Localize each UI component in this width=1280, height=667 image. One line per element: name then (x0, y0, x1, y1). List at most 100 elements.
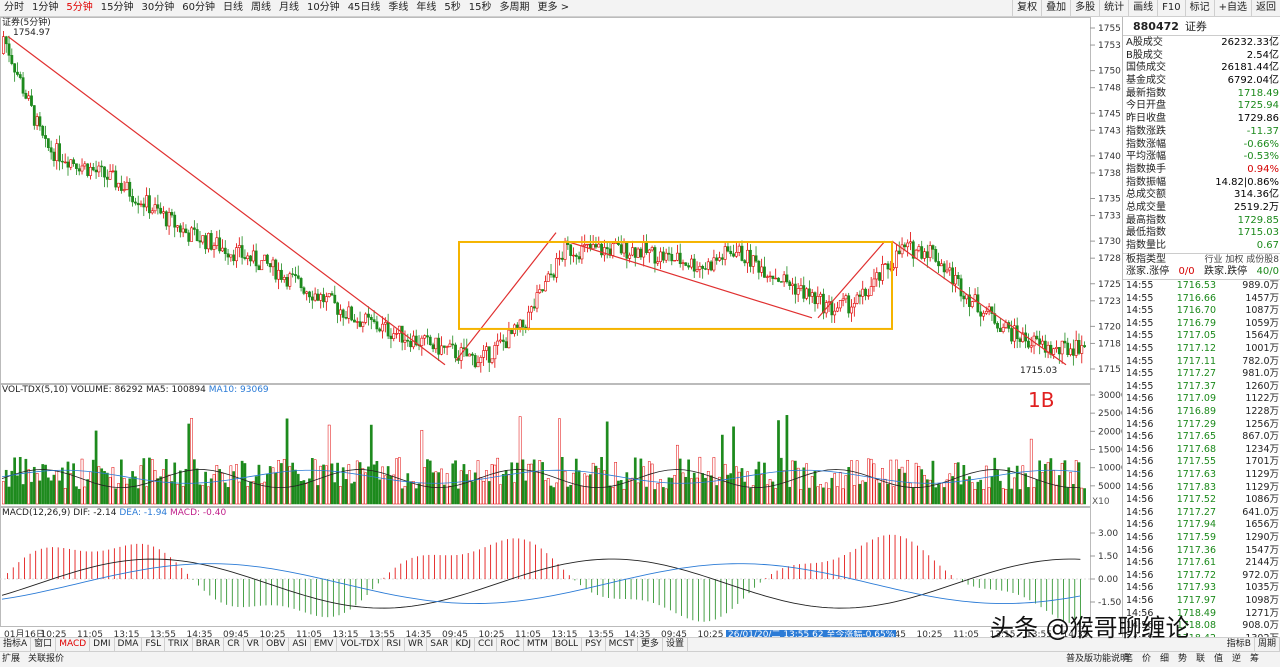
volume-bar (479, 477, 483, 505)
period-tab[interactable]: 分时 (0, 0, 28, 16)
toolbar-button[interactable]: 返回 (1251, 0, 1280, 16)
volume-bar (86, 479, 90, 505)
toolbar-button[interactable]: 叠加 (1041, 0, 1070, 16)
status-button[interactable]: 筹 (1250, 652, 1259, 667)
period-tab[interactable]: 10分钟 (303, 0, 344, 16)
period-tab[interactable]: 多周期 (496, 0, 534, 16)
tick-time: 14:56 (1126, 557, 1154, 569)
indicator-tab[interactable]: DMI (90, 638, 115, 651)
status-item[interactable]: 扩展 (2, 652, 20, 667)
toolbar-button[interactable]: F10 (1157, 0, 1184, 16)
period-tab[interactable]: 季线 (384, 0, 412, 16)
kline-candle (282, 277, 286, 280)
tick-row: 14:55 1716.70 1087万 (1123, 305, 1280, 318)
indicator-tab[interactable]: RSI (383, 638, 406, 651)
status-button[interactable]: 普及版功能说明 (1066, 652, 1129, 667)
status-button[interactable]: 逆 (1232, 652, 1241, 667)
indicator-tab[interactable]: BRAR (193, 638, 225, 651)
indicator-tab[interactable]: MACD (56, 638, 91, 651)
indicator-tab[interactable]: PSY (582, 638, 606, 651)
volume-bar (142, 458, 146, 505)
indicator-tab[interactable]: EMV (311, 638, 338, 651)
status-button[interactable]: 笔 (1124, 652, 1133, 667)
period-tab[interactable]: 60分钟 (178, 0, 219, 16)
indicator-tab-right[interactable]: 周期 (1255, 638, 1280, 651)
volume-bar (653, 489, 657, 505)
indicator-tab[interactable]: BOLL (552, 638, 583, 651)
indicator-tab[interactable]: CCI (475, 638, 498, 651)
indicator-tab[interactable]: VR (244, 638, 264, 651)
kline-candle (313, 293, 317, 301)
period-tab[interactable]: 5分钟 (62, 0, 96, 16)
kline-candle (254, 250, 258, 267)
toolbar-button[interactable]: 画线 (1128, 0, 1157, 16)
volume-bar (409, 481, 412, 505)
sector-types[interactable]: 行业 加权 成份股8 (1205, 254, 1279, 267)
kline-candle (1077, 340, 1081, 354)
indicator-tab[interactable]: CR (224, 638, 244, 651)
volume-bar (153, 470, 157, 505)
period-tab[interactable]: 日线 (219, 0, 247, 16)
indicator-tab[interactable]: WR (405, 638, 428, 651)
stat-label: 指数振幅 (1126, 176, 1166, 188)
indicator-tab[interactable]: MTM (524, 638, 552, 651)
indicator-tab[interactable]: 窗口 (31, 638, 57, 651)
indicator-tab[interactable]: TRIX (165, 638, 193, 651)
toolbar-button[interactable]: +自选 (1213, 0, 1251, 16)
volume-bar (779, 457, 783, 505)
indicator-tab[interactable]: OBV (263, 638, 290, 651)
indicator-tab[interactable]: DMA (115, 638, 143, 651)
stat-label: A股成交 (1126, 37, 1163, 48)
tick-volume: 1087万 (1245, 305, 1279, 317)
volume-bar (30, 481, 33, 505)
toolbar-button[interactable]: 多股 (1070, 0, 1099, 16)
toolbar-button[interactable]: 标记 (1184, 0, 1214, 16)
indicator-tab[interactable]: FSL (142, 638, 166, 651)
status-item[interactable]: 关联报价 (28, 652, 64, 667)
kline-candle (524, 326, 528, 329)
status-button[interactable]: 势 (1178, 652, 1187, 667)
indicator-tab[interactable]: MCST (606, 638, 638, 651)
period-tab[interactable]: 15分钟 (97, 0, 138, 16)
indicator-tab[interactable]: VOL-TDX (337, 638, 384, 651)
tick-volume: 1129万 (1245, 468, 1279, 480)
kline-candle (277, 269, 281, 280)
period-tab[interactable]: 30分钟 (137, 0, 178, 16)
kline-candle (878, 272, 881, 281)
tick-time: 14:56 (1126, 443, 1154, 455)
indicator-tab[interactable]: SAR (427, 638, 453, 651)
volume-bar (263, 481, 266, 505)
status-button[interactable]: 联 (1196, 652, 1205, 667)
period-tab[interactable]: 月线 (275, 0, 303, 16)
indicator-tab[interactable]: KDJ (452, 638, 475, 651)
indicator-tab[interactable]: 更多 (638, 638, 663, 651)
period-tab[interactable]: 1分钟 (28, 0, 62, 16)
period-tab[interactable]: 周线 (247, 0, 275, 16)
toolbar-button[interactable]: 统计 (1099, 0, 1128, 16)
period-tab[interactable]: 45日线 (344, 0, 385, 16)
kline-candle (122, 189, 126, 191)
indicator-tab[interactable]: ASI (289, 638, 311, 651)
kline-chart[interactable]: 1755 1753 1750 1748 1745 1743 1740 1738 1735 1733… (0, 17, 1122, 637)
period-tab[interactable]: 更多 > (534, 0, 574, 16)
volume-bar (1038, 460, 1042, 505)
indicator-tab-right[interactable]: 指标B (1224, 638, 1255, 651)
volume-bar (805, 463, 808, 505)
indicator-tab[interactable]: 设置 (663, 638, 688, 651)
volume-bar (917, 466, 921, 505)
period-tab[interactable]: 15秒 (465, 0, 496, 16)
toolbar-button[interactable]: 复权 (1012, 0, 1041, 16)
price-tick-label: 1723 (1098, 297, 1121, 307)
period-tab[interactable]: 年线 (412, 0, 440, 16)
period-tab[interactable]: 5秒 (440, 0, 464, 16)
indicator-tab[interactable]: 指标A (0, 638, 32, 651)
kline-candle (684, 262, 688, 266)
volume-bar (959, 484, 963, 505)
tick-list[interactable]: 14:55 1716.53 989.0万 14:55 1716.66 1457万 14:55… (1123, 280, 1280, 658)
price-tick-label: 1738 (1098, 169, 1121, 179)
status-button[interactable]: 细 (1160, 652, 1169, 667)
status-button[interactable]: 价 (1142, 652, 1151, 667)
indicator-tab[interactable]: ROC (497, 638, 524, 651)
volume-bar (108, 477, 112, 505)
status-button[interactable]: 值 (1214, 652, 1223, 667)
